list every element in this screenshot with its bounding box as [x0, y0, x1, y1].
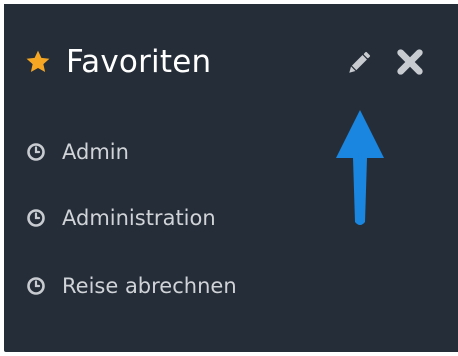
favorite-item-label: Reise abrechnen — [62, 274, 237, 298]
favorites-title: Favoriten — [66, 44, 212, 80]
favorite-item-label: Administration — [62, 206, 216, 230]
clock-icon — [27, 143, 45, 161]
favorite-item-administration[interactable]: Administration — [26, 202, 216, 234]
favorite-item-admin[interactable]: Admin — [26, 136, 129, 168]
favorites-panel: Favoriten Admin Administration Reise abr… — [4, 4, 458, 352]
clock-icon — [27, 209, 45, 227]
arrow-up-icon — [336, 110, 384, 225]
favorite-item-reise-abrechnen[interactable]: Reise abrechnen — [26, 270, 237, 302]
pencil-icon[interactable] — [344, 48, 374, 78]
favorite-item-label: Admin — [62, 140, 129, 164]
star-icon — [26, 50, 50, 73]
close-icon[interactable] — [394, 46, 426, 78]
favorites-header: Favoriten — [4, 40, 458, 84]
clock-icon — [27, 277, 45, 295]
